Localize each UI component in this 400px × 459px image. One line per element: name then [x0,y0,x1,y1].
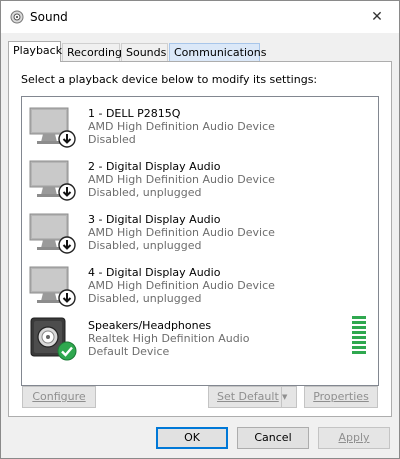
device-driver: AMD High Definition Audio Device [88,279,275,292]
device-driver: Realtek High Definition Audio [88,332,250,345]
meter-segment [352,341,366,344]
properties-button[interactable]: Properties [304,386,378,408]
window-title: Sound [30,10,68,24]
apply-label: Apply [338,431,370,444]
device-name: 2 - Digital Display Audio [88,160,221,173]
cancel-button[interactable]: Cancel [237,427,309,449]
down-arrow-icon [58,183,76,201]
device-state: Default Device [88,345,170,358]
instruction-text: Select a playback device below to modify… [21,73,318,86]
tab-communications[interactable]: Communications [169,43,266,61]
device-list[interactable]: 1 - DELL P2815Q AMD High Definition Audi… [21,96,379,386]
device-name: Speakers/Headphones [88,319,212,332]
chevron-down-icon[interactable]: ▼ [281,387,296,407]
down-arrow-icon [58,236,76,254]
device-item-digital-display-audio-2[interactable]: 2 - Digital Display Audio AMD High Defin… [22,151,378,204]
device-state: Disabled, unplugged [88,292,202,305]
device-item-digital-display-audio-3[interactable]: 3 - Digital Display Audio AMD High Defin… [22,204,378,257]
close-icon: ✕ [371,9,383,25]
meter-segment [352,351,366,354]
device-name: 1 - DELL P2815Q [88,107,181,120]
meter-segment [352,336,366,339]
device-name: 4 - Digital Display Audio [88,266,221,279]
volume-level-meter [352,316,366,358]
device-state: Disabled [88,133,136,146]
ok-button[interactable]: OK [156,427,228,449]
tab-sounds[interactable]: Sounds [121,43,168,61]
device-item-digital-display-audio-4[interactable]: 4 - Digital Display Audio AMD High Defin… [22,257,378,310]
playback-panel: Select a playback device below to modify… [8,61,392,417]
sound-dialog: Sound ✕ Playback Recording Sounds Commun… [0,0,400,459]
down-arrow-icon [58,130,76,148]
meter-segment [352,346,366,349]
meter-segment [352,316,366,319]
meter-segment [352,331,366,334]
device-name: 3 - Digital Display Audio [88,213,221,226]
set-default-button[interactable]: Set Default ▼ [208,386,297,408]
device-item-dell-p2815q[interactable]: 1 - DELL P2815Q AMD High Definition Audi… [22,98,378,151]
device-driver: AMD High Definition Audio Device [88,120,275,133]
properties-label: Properties [313,390,369,403]
title-bar[interactable]: Sound ✕ [1,1,399,33]
device-driver: AMD High Definition Audio Device [88,173,275,186]
speaker-app-icon [10,10,24,24]
configure-button[interactable]: Configure [22,386,96,408]
device-driver: AMD High Definition Audio Device [88,226,275,239]
set-default-label: Set Default [217,390,279,403]
device-state: Disabled, unplugged [88,186,202,199]
down-arrow-icon [58,289,76,307]
checkmark-icon [57,341,77,361]
tab-playback[interactable]: Playback [8,41,62,62]
device-item-speakers-headphones[interactable]: Speakers/Headphones Realtek High Definit… [22,310,378,363]
meter-segment [352,326,366,329]
meter-segment [352,321,366,324]
tab-recording[interactable]: Recording [62,43,122,61]
apply-button[interactable]: Apply [318,427,390,449]
device-state: Disabled, unplugged [88,239,202,252]
configure-label: Configure [32,390,86,403]
close-button[interactable]: ✕ [355,1,399,33]
